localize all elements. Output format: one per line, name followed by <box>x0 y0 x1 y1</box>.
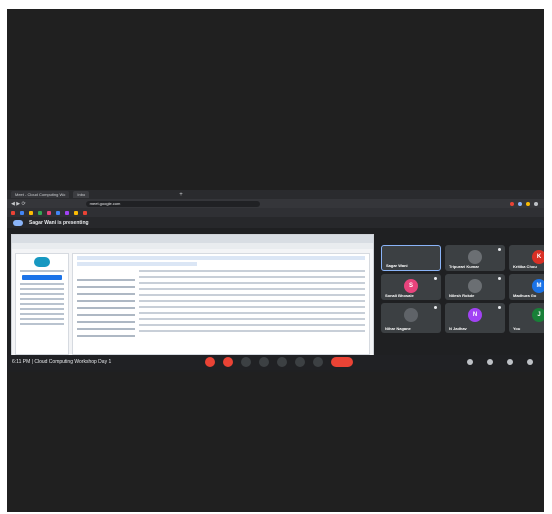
activities-icon[interactable] <box>527 359 533 365</box>
browser-tabstrip: Meet - Cloud Computing Wo Inbo + <box>7 190 544 199</box>
present-screen-icon <box>13 219 23 226</box>
participant-tile[interactable]: Sagar Wani <box>381 245 441 271</box>
bookmark-icon[interactable] <box>56 210 60 215</box>
new-tab-icon[interactable]: + <box>179 192 183 198</box>
avatar <box>404 308 418 322</box>
chat-icon[interactable] <box>507 359 513 365</box>
avatar: S <box>404 279 418 293</box>
extension-icon[interactable] <box>518 201 522 206</box>
browser-tab-inbox[interactable]: Inbo <box>73 191 90 198</box>
meeting-time: 6:11 PM <box>12 359 31 365</box>
more-options-icon[interactable] <box>498 248 501 251</box>
avatar <box>468 279 482 293</box>
participant-name: N Jadhav <box>449 326 467 331</box>
participant-name: Nilesh Rokde <box>449 293 475 298</box>
participant-name: Nihar Nagane <box>385 326 411 331</box>
participant-name: Sonali Bhosale <box>385 293 414 298</box>
browser-toolbar: ◀ ▶ ⟳ meet.google.com <box>7 199 544 208</box>
shared-main-panel <box>72 253 370 355</box>
captions-icon[interactable] <box>241 357 251 367</box>
avatar: N <box>468 308 482 322</box>
more-options-icon[interactable] <box>434 277 437 280</box>
raise-hand-icon[interactable] <box>295 357 305 367</box>
shared-sidebar <box>15 253 69 355</box>
bookmark-icon[interactable] <box>74 210 78 215</box>
info-icon[interactable] <box>467 359 473 365</box>
bookmark-icon[interactable] <box>20 210 24 215</box>
participant-tile[interactable]: S Sonali Bhosale <box>381 274 441 300</box>
hang-up-button[interactable] <box>331 357 353 367</box>
present-icon[interactable] <box>277 357 287 367</box>
participant-name: You <box>513 326 521 331</box>
bookmark-icon[interactable] <box>65 210 69 215</box>
participant-tile[interactable]: M Madhura Go <box>509 274 544 300</box>
participant-tile[interactable]: Nilesh Rokde <box>445 274 505 300</box>
back-icon[interactable]: ◀ ▶ ⟳ <box>11 201 26 207</box>
participant-name: Sagar Wani <box>386 263 408 268</box>
extension-icon[interactable] <box>526 201 530 206</box>
bookmark-icon[interactable] <box>83 210 87 215</box>
bookmark-icon[interactable] <box>11 210 15 215</box>
avatar: K <box>532 250 544 264</box>
more-options-icon[interactable] <box>498 277 501 280</box>
participant-tile[interactable]: J You <box>509 303 544 333</box>
meeting-title: Cloud Computing Workshop Day 1 <box>34 359 112 365</box>
meeting-info: 6:11 PM | Cloud Computing Workshop Day 1 <box>12 359 111 365</box>
shared-screen <box>11 234 374 358</box>
participant-tile[interactable]: Tripurari Kumar <box>445 245 505 271</box>
bookmarks-bar <box>7 208 544 217</box>
participant-tile[interactable]: K Kritika Chou <box>509 245 544 271</box>
avatar: M <box>532 279 544 293</box>
bookmark-icon[interactable] <box>38 210 42 215</box>
participant-name: Tripurari Kumar <box>449 264 480 269</box>
more-options-icon[interactable] <box>434 306 437 309</box>
avatar: J <box>532 308 544 322</box>
camera-off-icon[interactable] <box>223 357 233 367</box>
more-options-icon[interactable] <box>313 357 323 367</box>
emoji-icon[interactable] <box>259 357 269 367</box>
presenting-text: Sagar Wani is presenting <box>29 219 89 226</box>
mic-off-icon[interactable] <box>205 357 215 367</box>
video-frame: Meet - Cloud Computing Wo Inbo + ◀ ▶ ⟳ m… <box>7 9 544 512</box>
address-bar[interactable]: meet.google.com <box>85 200 260 207</box>
profile-icon[interactable] <box>534 201 538 206</box>
people-icon[interactable] <box>487 359 493 365</box>
participant-name: Madhura Go <box>513 293 537 298</box>
browser-tab-meet[interactable]: Meet - Cloud Computing Wo <box>11 191 70 198</box>
bookmark-icon[interactable] <box>29 210 33 215</box>
meeting-separator: | <box>31 359 33 365</box>
bookmark-icon[interactable] <box>47 210 51 215</box>
presenting-banner: Sagar Wani is presenting <box>7 217 544 228</box>
extension-icons <box>510 201 544 206</box>
more-options-icon[interactable] <box>498 306 501 309</box>
meeting-control-bar: 6:11 PM | Cloud Computing Workshop Day 1 <box>7 355 544 370</box>
participant-name: Kritika Chou <box>513 264 537 269</box>
shared-primary-button <box>22 275 62 280</box>
meet-window: Meet - Cloud Computing Wo Inbo + ◀ ▶ ⟳ m… <box>7 190 544 372</box>
extension-icon[interactable] <box>510 201 514 206</box>
shared-form-labels <box>77 274 135 342</box>
participant-tile[interactable]: N N Jadhav <box>445 303 505 333</box>
avatar <box>468 250 482 264</box>
shared-nav-tabs <box>12 243 373 249</box>
participant-tile[interactable]: Nihar Nagane <box>381 303 441 333</box>
cloud-logo-icon <box>34 257 50 267</box>
